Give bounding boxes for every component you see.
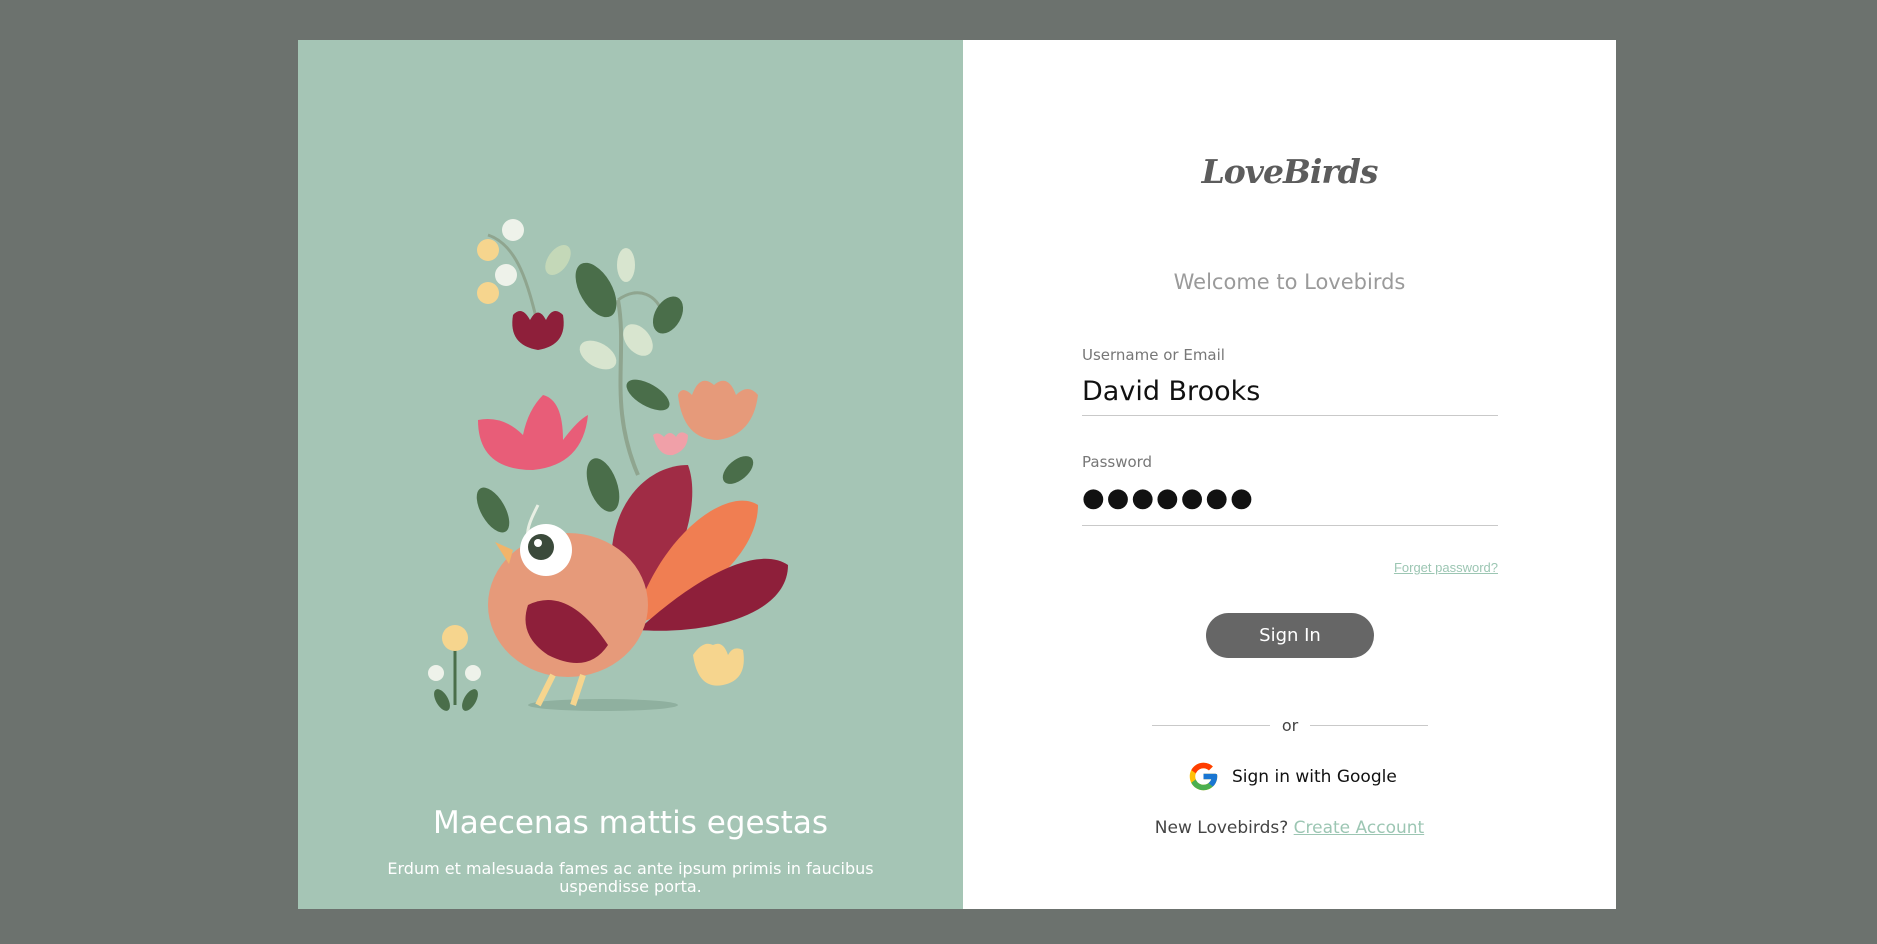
password-group: Password ●●●●●●● (1082, 453, 1498, 526)
divider-line-left (1152, 725, 1270, 726)
bird-illustration (428, 219, 788, 711)
hero-subtitle: Erdum et malesuada fames ac ante ipsum p… (387, 859, 874, 896)
or-divider: or (1152, 716, 1428, 735)
username-group: Username or Email (1082, 346, 1498, 416)
welcome-heading: Welcome to Lovebirds (1173, 270, 1406, 294)
google-signin-label: Sign in with Google (1232, 766, 1397, 787)
new-account-text: New Lovebirds? (1154, 818, 1289, 838)
hero-title: Maecenas mattis egestas (433, 805, 828, 841)
brand-logo: LoveBirds (1201, 152, 1379, 191)
sign-in-button[interactable]: Sign In (1206, 613, 1374, 658)
password-label: Password (1082, 453, 1153, 471)
username-field[interactable] (1082, 376, 1498, 416)
hero-panel: Maecenas mattis egestas Erdum et malesua… (298, 40, 963, 909)
or-label: or (1281, 716, 1299, 735)
create-account-link[interactable]: Create Account (1294, 818, 1425, 838)
password-field[interactable]: ●●●●●●● (1082, 483, 1498, 526)
divider-line-right (1310, 725, 1428, 726)
create-account-row: New Lovebirds? Create Account (963, 818, 1616, 838)
login-panel: LoveBirds Welcome to Lovebirds Username … (963, 40, 1616, 909)
google-g-icon (1189, 762, 1218, 791)
google-signin-button[interactable]: Sign in with Google (1187, 760, 1397, 793)
forgot-password-link[interactable]: Forget password? (1394, 560, 1498, 575)
username-label: Username or Email (1082, 346, 1225, 364)
login-card: Maecenas mattis egestas Erdum et malesua… (298, 40, 1616, 909)
